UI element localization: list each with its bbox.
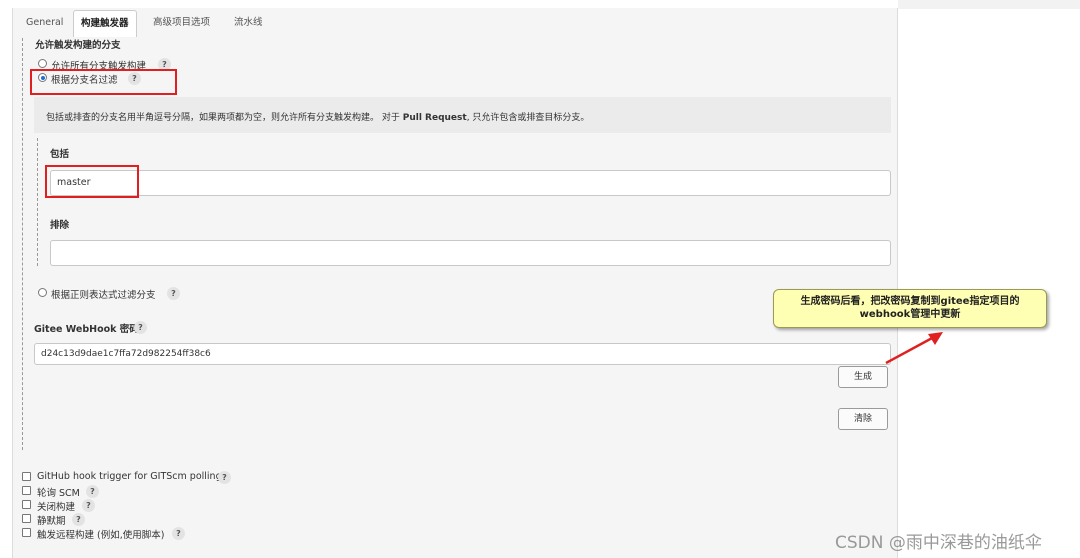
webhook-label: Gitee WebHook 密码	[34, 324, 139, 335]
radio-all-branches[interactable]	[38, 59, 47, 68]
section-guide-line	[22, 38, 23, 450]
trigger-disable-build-label: 关闭构建	[37, 502, 76, 513]
exclude-label: 排除	[50, 220, 70, 231]
trigger-github-hook-label: GitHub hook trigger for GITScm polling	[37, 471, 222, 482]
callout-line-1: 生成密码后看，把改密码复制到gitee指定项目的	[800, 296, 1020, 307]
description-bold: Pull Request	[402, 113, 467, 123]
description-text: 包括或排查的分支名用半角逗号分隔，如果两项都为空，则允许所有分支触发构建。 对于	[46, 113, 403, 123]
checkbox-quiet-period[interactable]	[22, 514, 31, 523]
nested-guide-line	[37, 138, 38, 266]
checkbox-poll-scm[interactable]	[22, 486, 31, 495]
help-icon[interactable]: ?	[218, 471, 231, 484]
webhook-password-input[interactable]: d24c13d9dae1c7ffa72d982254ff38c6	[34, 343, 891, 365]
radio-filter-by-regex-label: 根据正则表达式过滤分支	[51, 290, 156, 301]
include-label: 包括	[50, 149, 70, 160]
help-icon[interactable]: ?	[167, 287, 180, 300]
help-icon[interactable]: ?	[86, 485, 99, 498]
callout-line-2: webhook管理中更新	[859, 309, 961, 320]
watermark: CSDN @雨中深巷的油纸伞	[835, 533, 1042, 553]
checkbox-remote-trigger[interactable]	[22, 528, 31, 537]
annotation-arrow	[885, 332, 943, 365]
tab-general[interactable]: General	[26, 12, 63, 36]
description-text-end: , 只允许包含或排查目标分支。	[466, 113, 590, 123]
annotation-highlight-include	[45, 165, 139, 198]
filter-description: 包括或排查的分支名用半角逗号分隔，如果两项都为空，则允许所有分支触发构建。 对于…	[46, 110, 589, 123]
exclude-input[interactable]	[50, 240, 891, 266]
help-icon[interactable]: ?	[172, 527, 185, 540]
include-input[interactable]: master	[50, 170, 891, 196]
help-icon[interactable]: ?	[82, 499, 95, 512]
tab-build-triggers[interactable]: 构建触发器	[73, 10, 137, 37]
clear-button[interactable]: 清除	[838, 408, 888, 430]
annotation-callout: 生成密码后看，把改密码复制到gitee指定项目的 webhook管理中更新	[773, 289, 1047, 328]
trigger-remote-label: 触发远程构建 (例如,使用脚本)	[37, 530, 165, 541]
annotation-highlight-radio	[30, 69, 177, 95]
radio-filter-by-regex[interactable]	[38, 288, 47, 297]
checkbox-disable-build[interactable]	[22, 500, 31, 509]
checkbox-github-hook[interactable]	[22, 472, 31, 481]
trigger-poll-scm-label: 轮询 SCM	[37, 488, 80, 499]
help-icon[interactable]: ?	[72, 513, 85, 526]
top-strip	[898, 0, 1080, 9]
section-title: 允许触发构建的分支	[35, 40, 121, 51]
help-icon[interactable]: ?	[134, 321, 147, 334]
tab-pipeline[interactable]: 流水线	[234, 12, 263, 36]
trigger-quiet-period-label: 静默期	[37, 516, 66, 527]
tab-advanced-options[interactable]: 高级项目选项	[153, 12, 210, 36]
